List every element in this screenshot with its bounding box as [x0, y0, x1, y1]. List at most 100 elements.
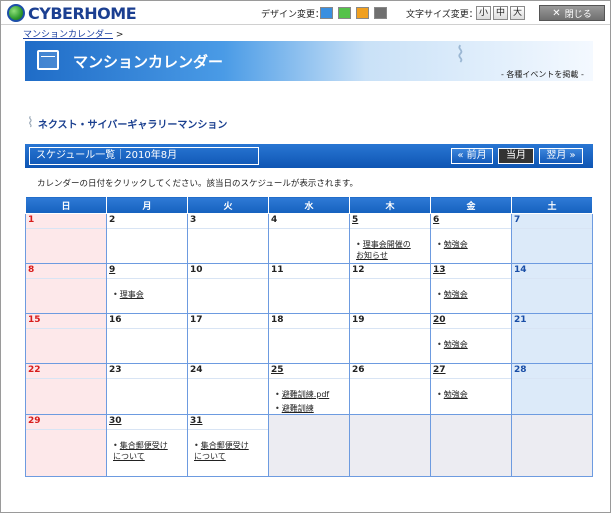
design-change-label: デザイン変更：: [261, 10, 325, 20]
calendar-day-cell[interactable]: 26: [349, 363, 431, 415]
close-icon: ✕: [552, 7, 561, 19]
font-size-large-button[interactable]: 大: [510, 6, 525, 20]
calendar-event[interactable]: • 理事会: [113, 289, 187, 300]
day-number: 19: [350, 314, 430, 329]
calendar-day-cell[interactable]: 6 • 勉強会: [430, 213, 512, 264]
calendar-day-cell[interactable]: 12: [349, 263, 431, 314]
calendar-event[interactable]: • 勉強会: [437, 339, 511, 350]
calendar-day-cell[interactable]: 24: [187, 363, 269, 415]
calendar-event[interactable]: • 避難訓練: [275, 403, 349, 414]
calendar-event[interactable]: • 勉強会: [437, 239, 511, 250]
calendar-day-cell[interactable]: 16: [106, 313, 188, 364]
paperclip-icon: ⌇: [27, 115, 34, 131]
design-swatch-orange[interactable]: [356, 7, 369, 19]
breadcrumb-separator: >: [115, 30, 124, 40]
design-swatch-blue[interactable]: [320, 7, 333, 19]
calendar-day-cell[interactable]: 15: [25, 313, 107, 364]
calendar-day-cell[interactable]: 23: [106, 363, 188, 415]
calendar-day-cell[interactable]: 25 • 避難訓練.pdf • 避難訓練: [268, 363, 350, 415]
calendar-day-cell[interactable]: 18: [268, 313, 350, 364]
day-number[interactable]: 6: [431, 214, 511, 229]
day-number: 7: [512, 214, 592, 229]
weekday-header: 木: [349, 196, 431, 214]
design-swatch-gray[interactable]: [374, 7, 387, 19]
schedule-bar: スケジュール一覧｜2010年8月 « 前月 当月 翌月 »: [25, 144, 593, 168]
day-number[interactable]: 25: [269, 364, 349, 379]
calendar-day-cell[interactable]: 30 • 集合郵便受け について: [106, 414, 188, 477]
day-number[interactable]: 27: [431, 364, 511, 379]
day-number[interactable]: 13: [431, 264, 511, 279]
prev-month-button[interactable]: « 前月: [451, 148, 493, 164]
calendar-day-cell[interactable]: 9 • 理事会: [106, 263, 188, 314]
calendar-day-cell[interactable]: 21: [511, 313, 593, 364]
calendar-empty-cell: [349, 414, 431, 477]
calendar-empty-cell: [511, 414, 593, 477]
bullet-icon: •: [275, 390, 280, 399]
close-button[interactable]: ✕ 閉じる: [539, 5, 605, 21]
event-link[interactable]: 理事会開催の お知らせ: [356, 240, 411, 260]
calendar-day-cell[interactable]: 14: [511, 263, 593, 314]
day-number: 12: [350, 264, 430, 279]
calendar-week-row: 8 9 • 理事会 10 11 12 13 • 勉強会 14: [25, 263, 593, 314]
day-number[interactable]: 20: [431, 314, 511, 329]
day-number: 8: [26, 264, 106, 279]
day-number[interactable]: 9: [107, 264, 187, 279]
breadcrumb-calendar-link[interactable]: マンションカレンダー: [23, 30, 113, 40]
calendar-event[interactable]: • 勉強会: [437, 389, 511, 400]
calendar-day-cell[interactable]: 2: [106, 213, 188, 264]
calendar-event[interactable]: • 集合郵便受け について: [194, 440, 268, 462]
calendar-day-cell[interactable]: 10: [187, 263, 269, 314]
calendar-event[interactable]: • 勉強会: [437, 289, 511, 300]
calendar-day-cell[interactable]: 17: [187, 313, 269, 364]
event-link[interactable]: 勉強会: [444, 390, 468, 399]
event-link[interactable]: 勉強会: [444, 290, 468, 299]
font-size-small-button[interactable]: 小: [476, 6, 491, 20]
calendar-day-cell[interactable]: 19: [349, 313, 431, 364]
weekday-header: 水: [268, 196, 350, 214]
calendar-day-cell[interactable]: 5 • 理事会開催の お知らせ: [349, 213, 431, 264]
font-size-medium-button[interactable]: 中: [493, 6, 508, 20]
day-number: 24: [188, 364, 268, 379]
day-number[interactable]: 30: [107, 415, 187, 430]
next-month-button[interactable]: 翌月 »: [539, 148, 583, 164]
calendar-day-cell[interactable]: 1: [25, 213, 107, 264]
event-link[interactable]: 避難訓練.pdf: [282, 390, 330, 399]
bullet-icon: •: [437, 240, 442, 249]
design-swatch-green[interactable]: [338, 7, 351, 19]
day-number: 16: [107, 314, 187, 329]
event-link[interactable]: 避難訓練: [282, 404, 314, 413]
calendar-day-cell[interactable]: 28: [511, 363, 593, 415]
calendar-week-row: 1 2 3 4 5 • 理事会開催の お知らせ 6 • 勉強会 7: [25, 213, 593, 264]
calendar-day-cell[interactable]: 13 • 勉強会: [430, 263, 512, 314]
calendar-day-cell[interactable]: 20 • 勉強会: [430, 313, 512, 364]
calendar-day-cell[interactable]: 31 • 集合郵便受け について: [187, 414, 269, 477]
day-number[interactable]: 31: [188, 415, 268, 430]
weekday-header: 月: [106, 196, 188, 214]
calendar-week-row: 22 23 24 25 • 避難訓練.pdf • 避難訓練 26 27 • 勉強会 28: [25, 363, 593, 415]
day-number: 26: [350, 364, 430, 379]
calendar-day-cell[interactable]: 8: [25, 263, 107, 314]
event-link[interactable]: 集合郵便受け について: [194, 441, 249, 461]
current-month-button[interactable]: 当月: [498, 148, 534, 164]
day-number: 23: [107, 364, 187, 379]
calendar-day-cell[interactable]: 11: [268, 263, 350, 314]
calendar-event[interactable]: • 理事会開催の お知らせ: [356, 239, 430, 261]
calendar-day-cell[interactable]: 22: [25, 363, 107, 415]
event-link[interactable]: 理事会: [120, 290, 144, 299]
day-number: 3: [188, 214, 268, 229]
logo[interactable]: CYBERHOME: [7, 4, 137, 23]
event-link[interactable]: 集合郵便受け について: [113, 441, 168, 461]
calendar-day-cell[interactable]: 3: [187, 213, 269, 264]
day-number: 4: [269, 214, 349, 229]
calendar-day-cell[interactable]: 4: [268, 213, 350, 264]
calendar-day-cell[interactable]: 29: [25, 414, 107, 477]
bullet-icon: •: [356, 240, 361, 249]
event-link[interactable]: 勉強会: [444, 340, 468, 349]
bullet-icon: •: [437, 390, 442, 399]
day-number[interactable]: 5: [350, 214, 430, 229]
calendar-event[interactable]: • 集合郵便受け について: [113, 440, 187, 462]
calendar-day-cell[interactable]: 7: [511, 213, 593, 264]
calendar-day-cell[interactable]: 27 • 勉強会: [430, 363, 512, 415]
event-link[interactable]: 勉強会: [444, 240, 468, 249]
calendar-event[interactable]: • 避難訓練.pdf: [275, 389, 349, 400]
